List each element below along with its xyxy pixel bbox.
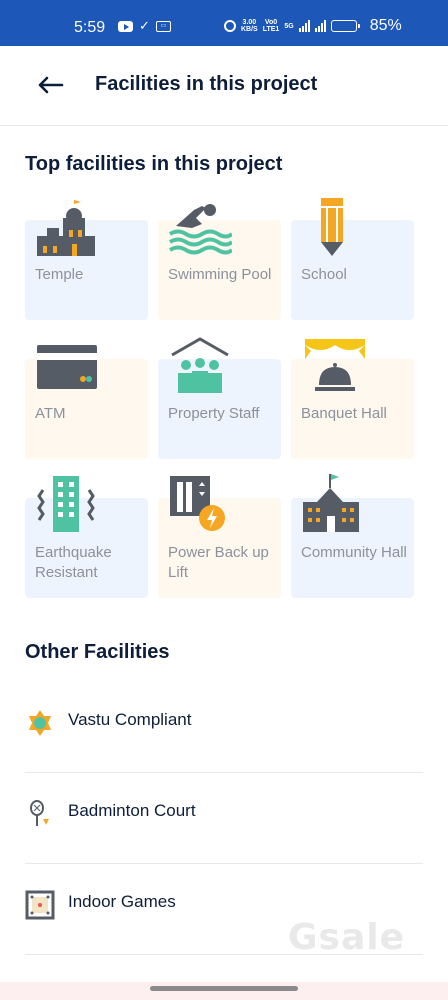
- school-icon: [321, 198, 343, 256]
- facility-tile-power-backup-lift: Power Back up Lift: [158, 474, 281, 598]
- other-facilities-list: Vastu Compliant Badminton Court Indoor G…: [25, 682, 423, 955]
- signal-strength-icon: [298, 20, 310, 32]
- facility-tile-temple: Temple: [25, 196, 148, 320]
- volte-top: Vo0: [264, 19, 278, 26]
- facility-label: Property Staff: [168, 405, 260, 422]
- battery-percent: 85%: [369, 17, 402, 34]
- status-time: 5:59: [74, 19, 106, 36]
- top-facilities-grid: Temple Swimming Pool School ATM Property…: [25, 196, 417, 598]
- facility-label: School: [301, 266, 347, 283]
- property-staff-icon: [171, 337, 229, 393]
- net-type: 5G: [284, 22, 294, 30]
- facility-label: Earthquake Resistant: [35, 544, 112, 581]
- temple-icon: [37, 200, 95, 256]
- gesture-home-bar[interactable]: [150, 986, 298, 991]
- facility-tile-atm: ATM: [25, 335, 148, 459]
- facility-tile-school: School: [291, 196, 414, 320]
- signal-strength-icon-2: [314, 20, 326, 32]
- network-speed-value: 3.00: [242, 19, 257, 26]
- facility-tile-banquet-hall: Banquet Hall: [291, 335, 414, 459]
- list-item-label: Vastu Compliant: [68, 710, 192, 729]
- vastu-icon: [29, 710, 51, 736]
- list-item-label: Indoor Games: [68, 892, 176, 911]
- volte-indicator: Vo0 LTE1: [263, 19, 280, 33]
- swimming-pool-icon: [168, 204, 232, 255]
- banquet-hall-icon: [305, 339, 365, 391]
- download-done-icon: ✓: [139, 18, 150, 33]
- back-button[interactable]: [36, 70, 68, 100]
- facility-label: Community Hall: [301, 544, 407, 561]
- battery-icon: [330, 20, 360, 32]
- watermark-logo: Gsale: [288, 917, 406, 958]
- atm-icon: [37, 345, 97, 389]
- youtube-icon: [118, 20, 133, 32]
- list-item: Badminton Court: [25, 773, 423, 864]
- facility-tile-swimming-pool: Swimming Pool: [158, 196, 281, 320]
- app-header: Facilities in this project: [0, 46, 448, 126]
- facility-tile-earthquake-resistant: Earthquake Resistant: [25, 474, 148, 598]
- arrow-left-icon: [38, 76, 64, 94]
- status-system-icons: 3.00 KB/S Vo0 LTE1 5G 85%: [224, 18, 402, 34]
- card-icon: ▭: [155, 20, 171, 32]
- earthquake-resistant-icon: [37, 476, 95, 532]
- alarm-icon: [224, 20, 236, 32]
- volte-bottom: LTE1: [262, 26, 280, 33]
- list-item: Vastu Compliant: [25, 682, 423, 773]
- facility-label: Banquet Hall: [301, 405, 387, 422]
- facility-tile-property-staff: Property Staff: [158, 335, 281, 459]
- status-notification-icons: ✓ ▭: [118, 18, 171, 33]
- indoor-games-icon: [25, 890, 55, 920]
- other-facilities-title: Other Facilities: [25, 641, 170, 663]
- list-item-label: Badminton Court: [68, 801, 196, 820]
- bottom-tint: [0, 982, 448, 1000]
- facility-label: Temple: [35, 266, 84, 283]
- community-hall-icon: [303, 474, 359, 532]
- facility-label: Swimming Pool: [168, 266, 272, 283]
- facility-label: Power Back up Lift: [168, 544, 269, 581]
- facility-label: ATM: [35, 405, 66, 422]
- network-speed: 3.00 KB/S: [241, 19, 258, 33]
- top-facilities-title: Top facilities in this project: [25, 153, 283, 175]
- badminton-icon: [30, 800, 49, 826]
- facility-tile-community-hall: Community Hall: [291, 474, 414, 598]
- status-bar: 5:59 ✓ ▭ 3.00 KB/S Vo0 LTE1 5G 85%: [0, 0, 448, 46]
- network-speed-unit: KB/S: [241, 26, 258, 33]
- page-title: Facilities in this project: [95, 73, 318, 95]
- power-backup-lift-icon: [170, 476, 225, 531]
